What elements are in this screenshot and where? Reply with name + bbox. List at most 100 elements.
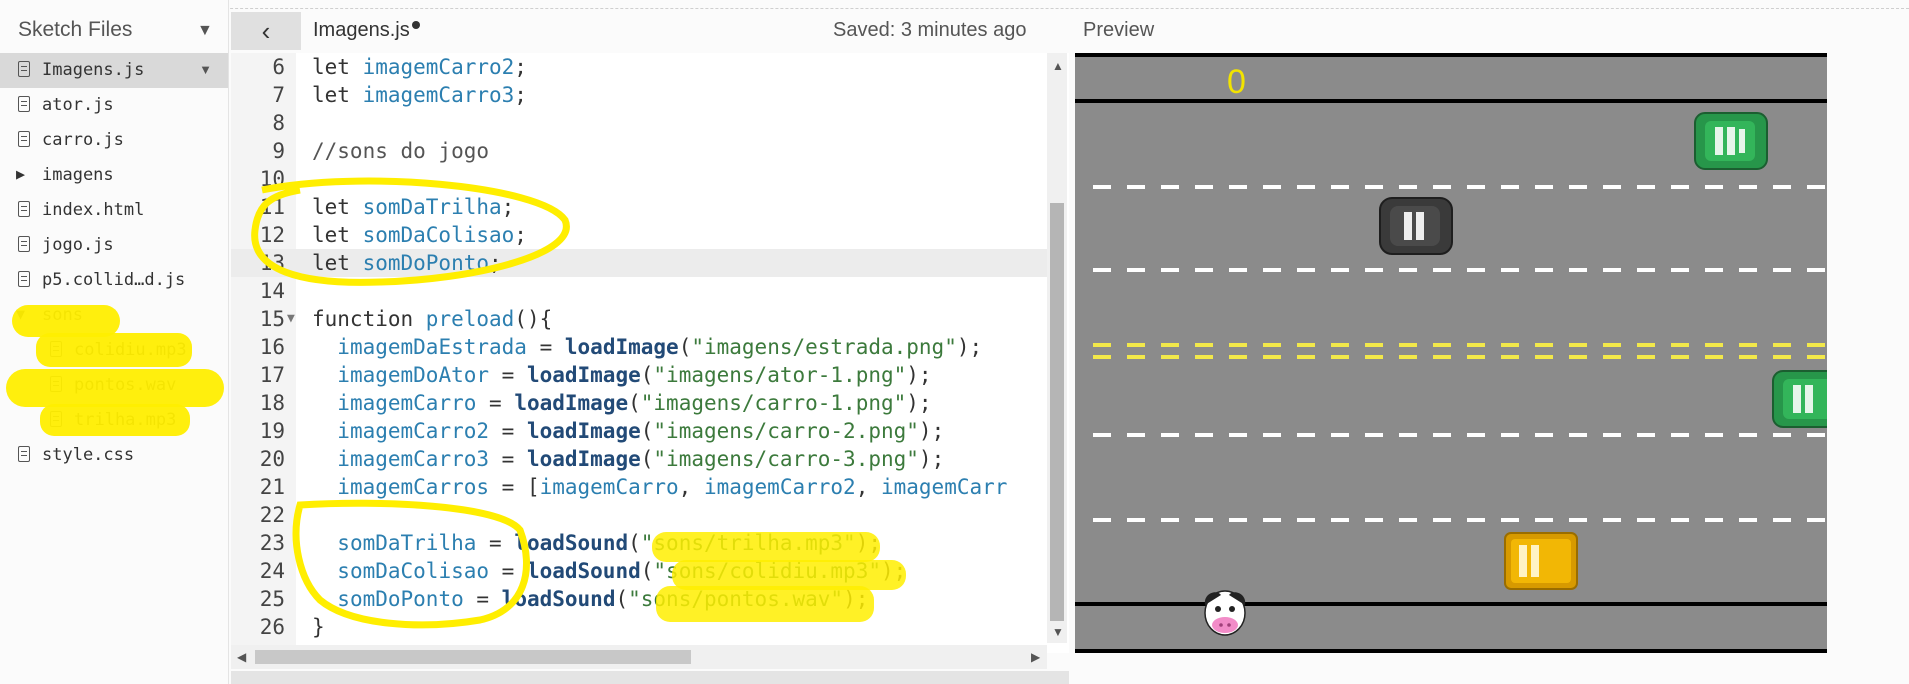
lane-dash [1603, 268, 1621, 272]
scroll-up-icon[interactable]: ▲ [1052, 59, 1064, 73]
lane-dash [1535, 185, 1553, 189]
lane-dash [1467, 343, 1485, 347]
lane-dash [1093, 518, 1111, 522]
lane-dash [1739, 268, 1757, 272]
lane-dash [1093, 343, 1111, 347]
game-canvas[interactable]: 0 [1075, 53, 1827, 653]
horizontal-scrollbar[interactable]: ◀ ▶ [231, 645, 1047, 669]
lane-dash [1127, 518, 1145, 522]
lane-dash [1535, 268, 1553, 272]
lane-dash [1161, 185, 1179, 189]
lane-dash [1807, 343, 1825, 347]
lane-dash [1161, 433, 1179, 437]
lane-dash [1161, 355, 1179, 359]
lane-dash [1331, 185, 1349, 189]
lane-dash [1603, 433, 1621, 437]
lane-dash [1399, 433, 1417, 437]
lane-dash [1297, 343, 1315, 347]
lane-dash [1501, 185, 1519, 189]
editor-bottom-bar [231, 671, 1069, 684]
preview-pane: 0 [1075, 53, 1827, 653]
lane-dash [1807, 433, 1825, 437]
lane-dash [1671, 268, 1689, 272]
lane-dash [1331, 518, 1349, 522]
scroll-left-icon[interactable]: ◀ [237, 650, 246, 664]
lane-dash [1195, 518, 1213, 522]
lane-dash [1093, 268, 1111, 272]
lane-dash [1127, 343, 1145, 347]
lane-dash [1569, 518, 1587, 522]
lane-dash [1739, 185, 1757, 189]
lane-dash [1773, 268, 1791, 272]
lane-dash [1195, 355, 1213, 359]
top-edge [1075, 53, 1827, 57]
lane-dash [1229, 343, 1247, 347]
lane-dash [1501, 268, 1519, 272]
lane-dash [1331, 355, 1349, 359]
lane-dash [1467, 355, 1485, 359]
lane-dash [1399, 355, 1417, 359]
lane-dash [1807, 355, 1825, 359]
lane-dash [1637, 343, 1655, 347]
lane-dash [1739, 433, 1757, 437]
lane-dash [1569, 355, 1587, 359]
car-green-right [1772, 370, 1827, 428]
lane-dash [1229, 355, 1247, 359]
lane-dash [1637, 433, 1655, 437]
lane-dash [1535, 343, 1553, 347]
lane-dash [1399, 268, 1417, 272]
lane-dash [1535, 518, 1553, 522]
lane-dash [1705, 518, 1723, 522]
lane-dash [1535, 433, 1553, 437]
lane-dash [1637, 268, 1655, 272]
lane-dash [1331, 433, 1349, 437]
lane-dash [1501, 355, 1519, 359]
lane-dash [1705, 185, 1723, 189]
lane-dash [1569, 185, 1587, 189]
lane-dash [1093, 355, 1111, 359]
lane-dash [1773, 343, 1791, 347]
lane-dash [1127, 355, 1145, 359]
lane-dash [1229, 185, 1247, 189]
lane-dash [1671, 355, 1689, 359]
lane-dash [1263, 185, 1281, 189]
lane-dash [1603, 185, 1621, 189]
lane-dash [1603, 343, 1621, 347]
lane-dash [1671, 433, 1689, 437]
scroll-right-icon[interactable]: ▶ [1031, 650, 1040, 664]
lane-dash [1195, 343, 1213, 347]
lane-dash [1773, 185, 1791, 189]
lane-dash [1433, 355, 1451, 359]
lane-dash [1365, 268, 1383, 272]
top-sidewalk-line [1075, 99, 1827, 103]
bottom-edge [1075, 649, 1827, 653]
lane-dash [1297, 185, 1315, 189]
lane-dash [1637, 185, 1655, 189]
lane-dash [1399, 343, 1417, 347]
lane-dash [1433, 343, 1451, 347]
lane-dash [1433, 518, 1451, 522]
lane-dash [1127, 433, 1145, 437]
lane-dash [1569, 343, 1587, 347]
lane-dash [1093, 433, 1111, 437]
vertical-scroll-thumb[interactable] [1050, 203, 1064, 621]
lane-dash [1671, 343, 1689, 347]
lane-dash [1773, 518, 1791, 522]
lane-dash [1739, 518, 1757, 522]
lane-dash [1773, 433, 1791, 437]
lane-dash [1195, 268, 1213, 272]
lane-dash [1501, 518, 1519, 522]
lane-dash [1263, 268, 1281, 272]
lane-dash [1705, 268, 1723, 272]
lane-dash [1501, 343, 1519, 347]
lane-dash [1467, 433, 1485, 437]
lane-dash [1467, 185, 1485, 189]
lane-dash [1297, 518, 1315, 522]
horizontal-scroll-thumb[interactable] [255, 650, 691, 664]
lane-dash [1637, 518, 1655, 522]
lane-dash [1467, 518, 1485, 522]
lane-dash [1433, 268, 1451, 272]
lane-dash [1161, 518, 1179, 522]
scroll-down-icon[interactable]: ▼ [1052, 625, 1064, 639]
vertical-scrollbar[interactable]: ▲ ▼ [1047, 53, 1067, 643]
